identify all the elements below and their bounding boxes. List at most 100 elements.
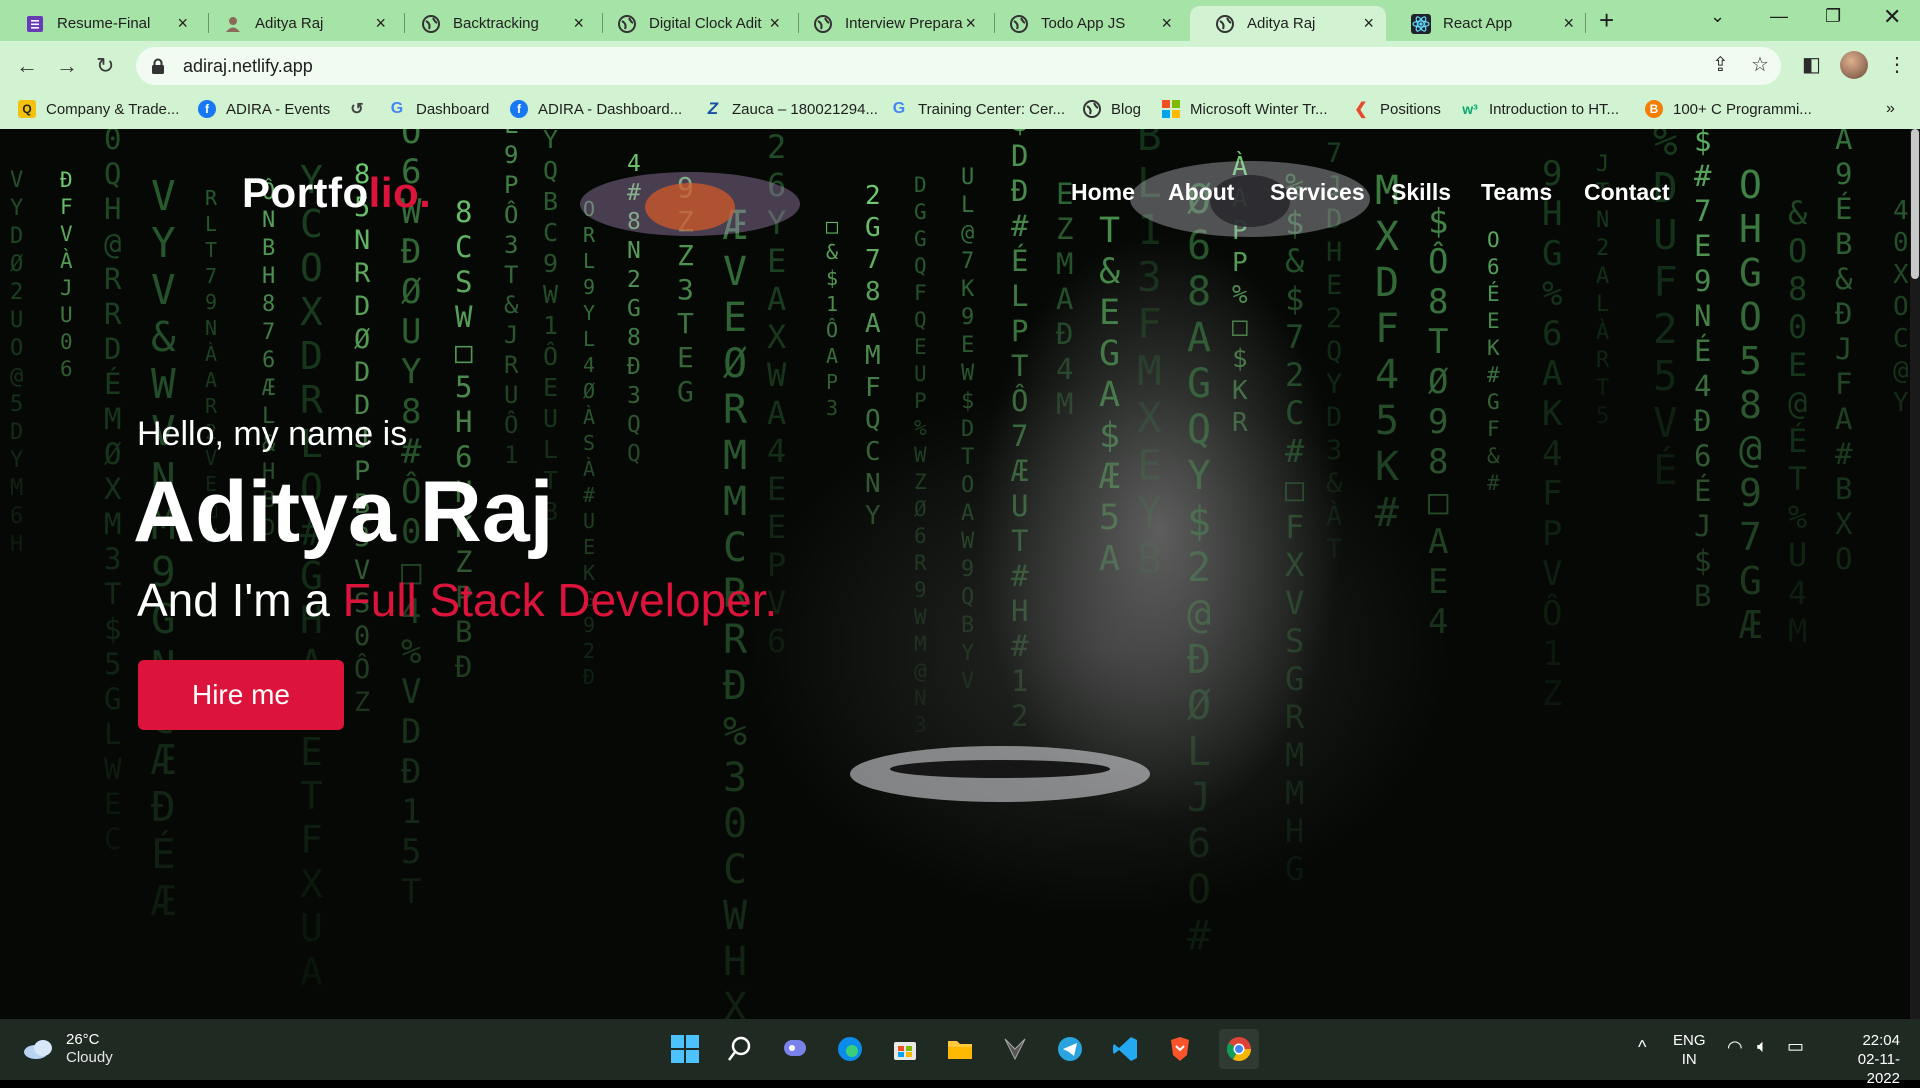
matrix-glyph: 6 [767,622,786,660]
chrome-icon[interactable] [1219,1029,1259,1069]
close-tab-icon[interactable]: × [769,14,780,32]
matrix-glyph: 7 [205,264,217,288]
bookmark-item[interactable]: Microsoft Winter Tr... [1162,100,1328,118]
bookmark-item[interactable]: ↺ [348,100,376,118]
store-icon[interactable] [889,1033,921,1065]
language-indicator[interactable]: ENG IN [1673,1031,1706,1069]
matrix-glyph: O [1788,232,1807,270]
matrix-glyph: 2 [583,639,595,663]
matrix-glyph: 5 [104,647,121,681]
restore-icon[interactable]: ❐ [1825,6,1841,27]
matrix-glyph: Y [1137,488,1162,536]
bookmark-item[interactable]: f ADIRA - Dashboard... [510,100,682,118]
tab-interview-prep[interactable]: Interview Prepara × [788,6,988,41]
tab-aditya-raj-active[interactable]: Aditya Raj × [1190,6,1386,41]
file-explorer-icon[interactable] [944,1033,976,1065]
close-tab-icon[interactable]: × [177,14,188,32]
matrix-glyph: F [1137,300,1162,348]
profile-avatar[interactable] [1840,51,1868,79]
url-input[interactable] [181,54,785,78]
search-icon[interactable] [724,1033,756,1065]
back-icon[interactable]: ← [16,53,38,79]
chevron-up-icon[interactable]: ^ [1638,1037,1646,1058]
matrix-glyph: Ø [10,252,23,277]
bookmark-item[interactable]: G Dashboard [388,100,490,118]
matrix-glyph: D [961,417,974,442]
battery-icon[interactable]: ▭ [1787,1036,1804,1057]
close-window-icon[interactable]: ✕ [1883,4,1901,30]
new-tab-icon[interactable]: + [1599,5,1614,36]
nav-about[interactable]: About [1168,179,1234,206]
wifi-icon[interactable]: ◠ [1727,1037,1743,1058]
nav-teams[interactable]: Teams [1481,179,1552,206]
weather-widget[interactable]: 26°C Cloudy [22,1031,113,1067]
matrix-glyph: Đ [723,663,747,709]
hire-me-button[interactable]: Hire me [138,660,344,730]
vscode-icon[interactable] [1109,1033,1141,1065]
more-bookmarks-icon[interactable]: » [1886,100,1895,118]
matrix-glyph: W [914,605,927,629]
minimize-icon[interactable]: — [1770,6,1788,27]
close-tab-icon[interactable]: × [1563,14,1574,32]
address-bar[interactable] [136,47,1781,85]
windows-start-icon[interactable] [669,1033,701,1065]
bookmark-item[interactable]: Blog [1083,100,1141,118]
tab-resume-final[interactable]: Resume-Final × [0,6,200,41]
bookmarks-bar: Q Company & Trade... f ADIRA - Events ↺ … [0,91,1920,130]
matrix-glyph: K [1542,394,1563,434]
matrix-glyph: Æ [262,376,275,401]
tab-backtracking[interactable]: Backtracking × [396,6,596,41]
matrix-glyph: X [1285,546,1304,584]
nav-home[interactable]: Home [1071,179,1135,206]
telegram-icon[interactable] [1054,1033,1086,1065]
matrix-glyph: B [1137,129,1162,160]
matrix-glyph: 7 [1739,515,1762,559]
brave-icon[interactable] [1164,1033,1196,1065]
chat-icon[interactable] [779,1033,811,1065]
tab-digital-clock[interactable]: Digital Clock Adit × [592,6,792,41]
reload-icon[interactable]: ↻ [96,53,114,79]
bookmark-item[interactable]: w³ Introduction to HT... [1461,100,1619,118]
close-tab-icon[interactable]: × [1161,14,1172,32]
page-scrollbar[interactable] [1910,129,1920,1019]
matrix-glyph: F [914,281,927,305]
matrix-glyph: T [300,774,323,818]
matrix-glyph: E [767,470,786,508]
volume-icon[interactable]: 🔈︎ [1757,1036,1768,1057]
bookmark-item[interactable]: Q Company & Trade... [18,100,179,118]
edge-icon[interactable] [834,1033,866,1065]
tab-aditya-raj[interactable]: Aditya Raj × [198,6,398,41]
matrix-glyph: @ [914,659,927,683]
close-tab-icon[interactable]: × [375,14,386,32]
close-tab-icon[interactable]: × [573,14,584,32]
more-menu-icon[interactable]: ⋮ [1887,52,1907,77]
matrix-glyph: 8 [1739,383,1762,427]
forward-icon[interactable]: → [56,53,78,79]
scrollbar-thumb[interactable] [1911,129,1919,279]
tab-react-app[interactable]: React App × [1386,6,1586,41]
close-tab-icon[interactable]: × [1363,14,1374,32]
matrix-glyph: Q [104,157,121,191]
clock[interactable]: 22:04 02-11-2022 [1826,1031,1900,1088]
gaming-icon[interactable] [999,1033,1031,1065]
nav-skills[interactable]: Skills [1391,179,1451,206]
bookmark-star-icon[interactable]: ☆ [1751,52,1769,77]
bookmark-item[interactable]: Z Zauca – 180021294... [704,99,878,118]
matrix-glyph: @ [1788,384,1807,422]
matrix-glyph: G [1187,361,1211,407]
share-icon[interactable]: ⇪ [1712,52,1729,77]
site-logo[interactable]: Portfolio. [242,169,431,217]
bookmark-item[interactable]: G Training Center: Cer... [890,100,1065,118]
clock-time: 22:04 [1862,1032,1900,1049]
bookmark-item[interactable]: B 100+ C Programmi... [1645,100,1812,118]
matrix-glyph: N [354,225,370,256]
close-tab-icon[interactable]: × [965,14,976,32]
side-panel-icon[interactable]: ◧ [1802,52,1821,77]
bookmark-item[interactable]: f ADIRA - Events [198,100,330,118]
tab-todo-app[interactable]: Todo App JS × [984,6,1184,41]
bookmark-item[interactable]: ❮ Positions [1352,100,1441,119]
chevron-down-icon[interactable]: ⌄ [1710,6,1725,27]
matrix-glyph: G [1487,390,1500,414]
nav-contact[interactable]: Contact [1584,179,1670,206]
nav-services[interactable]: Services [1270,179,1365,206]
